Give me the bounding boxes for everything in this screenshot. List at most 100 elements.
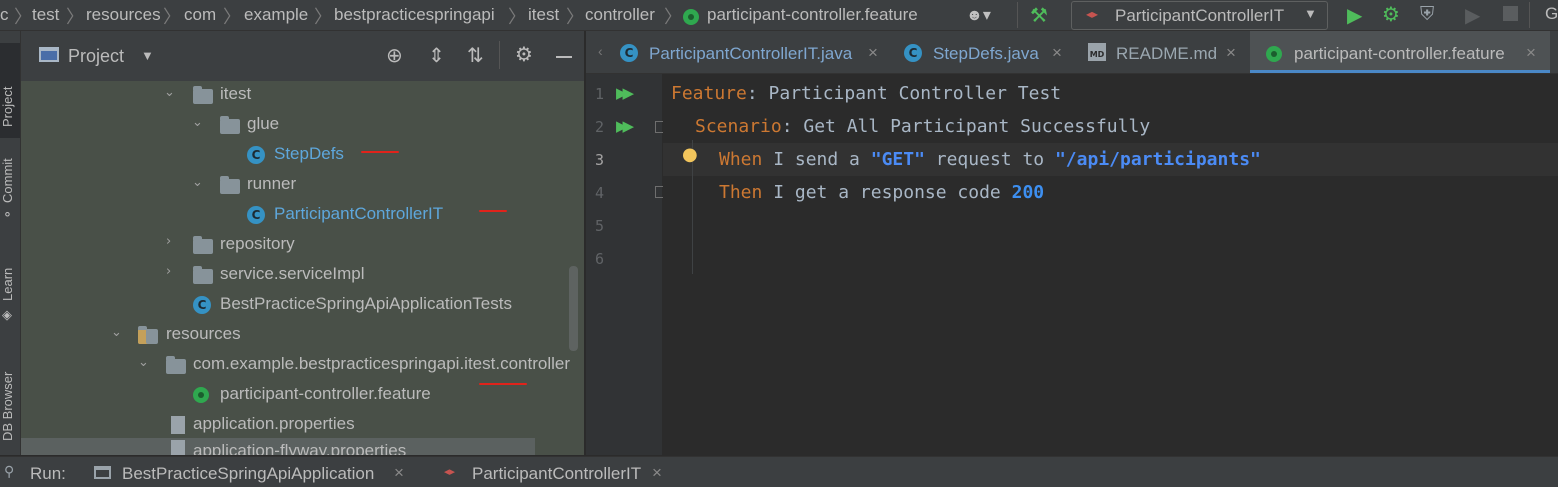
chevron-right-icon[interactable]: ›: [166, 264, 171, 279]
breadcrumb-item-current[interactable]: participant-controller.feature: [707, 5, 918, 25]
run-tab-participantcontrollerit[interactable]: ◂▸ ParticipantControllerIT ×: [444, 457, 674, 487]
tab-readme-md[interactable]: MD README.md ×: [1086, 31, 1248, 73]
run-scenario-icon[interactable]: ▶▶: [616, 117, 634, 135]
build-hammer-icon[interactable]: ⚒: [1030, 3, 1048, 27]
gherkin-keyword: Feature: [671, 83, 747, 104]
code-number: 200: [1011, 182, 1045, 203]
tree-item-repository[interactable]: › repository: [21, 231, 584, 261]
panel-title[interactable]: Project: [68, 46, 124, 67]
tree-item-label: StepDefs: [274, 144, 344, 163]
tree-item-label: repository: [220, 234, 295, 253]
tree-item-itest[interactable]: ⌄ itest: [21, 81, 584, 111]
class-icon: C: [620, 42, 638, 62]
user-icon[interactable]: ☻▾: [966, 5, 991, 25]
tree-item-application-tests[interactable]: C BestPracticeSpringApiApplicationTests: [21, 291, 584, 321]
tab-stepdefs-java[interactable]: C StepDefs.java ×: [904, 31, 1084, 73]
tab-participantcontrollerit-java[interactable]: C ParticipantControllerIT.java ×: [620, 31, 890, 73]
tree-item-participantcontrollerit[interactable]: C ParticipantControllerIT: [21, 201, 584, 231]
collapse-all-icon[interactable]: ⇅: [467, 43, 484, 67]
search-everywhere-icon[interactable]: G: [1545, 4, 1558, 24]
tool-label-commit[interactable]: Commit: [0, 158, 15, 203]
close-icon[interactable]: ×: [652, 463, 662, 483]
cucumber-icon: [193, 386, 209, 404]
breadcrumb-item[interactable]: controller: [585, 5, 655, 25]
breadcrumb-separator: 〉: [508, 7, 526, 27]
code-line-2: Scenario: Get All Participant Successful…: [695, 116, 1150, 137]
gear-icon[interactable]: ⚙: [515, 42, 533, 66]
chevron-down-icon[interactable]: ⌄: [192, 175, 203, 190]
tree-item-application-properties[interactable]: application.properties: [21, 411, 584, 441]
navigation-bar: c 〉 test 〉 resources 〉 com 〉 example 〉 b…: [0, 0, 1558, 31]
breadcrumb-item[interactable]: itest: [528, 5, 559, 25]
project-panel-header: Project ▼ ⊕ ⇕ ⇅ ⚙: [21, 31, 584, 81]
hide-panel-icon[interactable]: [556, 56, 572, 58]
run-config-select[interactable]: ◂▸ ParticipantControllerIT ▼: [1071, 1, 1328, 30]
chevron-right-icon[interactable]: ›: [166, 234, 171, 249]
run-tool-bar: ⚲ Run: BestPracticeSpringApiApplication …: [0, 456, 1558, 487]
run-tab-application[interactable]: BestPracticeSpringApiApplication ×: [92, 457, 412, 487]
chevron-down-icon[interactable]: ⌄: [111, 325, 122, 340]
breadcrumb-item[interactable]: bestpracticespringapi: [334, 5, 495, 25]
code-line-4: Then I get a response code 200: [719, 182, 1044, 203]
tree-item-label: itest: [220, 84, 252, 103]
tree-item-glue[interactable]: ⌄ glue: [21, 111, 584, 141]
coverage-icon[interactable]: ⛨: [1420, 3, 1434, 25]
project-tool-button[interactable]: Project: [0, 43, 20, 138]
debug-bug-icon[interactable]: ⚙: [1382, 2, 1400, 26]
search-icon[interactable]: ⚲: [4, 464, 14, 480]
breadcrumb-separator: 〉: [223, 7, 241, 27]
chevron-down-icon[interactable]: ⌄: [164, 85, 175, 100]
annotation-red-underline: [361, 151, 399, 153]
code-text: I send a: [762, 149, 871, 170]
properties-file-icon: [171, 440, 185, 455]
breadcrumb-item[interactable]: example: [244, 5, 308, 25]
tree-item-stepdefs[interactable]: C StepDefs: [21, 141, 584, 171]
scrollbar-thumb[interactable]: [569, 266, 578, 351]
profile-icon: ▶: [1465, 5, 1481, 27]
run-tab-label: ParticipantControllerIT: [472, 464, 642, 483]
code-text: request to: [924, 149, 1055, 170]
tree-item-label: service.serviceImpl: [220, 264, 365, 283]
tab-participant-controller-feature[interactable]: participant-controller.feature ×: [1250, 31, 1550, 73]
run-tab-label: BestPracticeSpringApiApplication: [122, 464, 375, 483]
close-icon[interactable]: ×: [394, 463, 404, 483]
annotation-red-underline: [479, 210, 507, 212]
editor-code-area[interactable]: Feature: Participant Controller Test Sce…: [663, 74, 1558, 455]
locate-target-icon[interactable]: ⊕: [386, 43, 403, 67]
tree-item-package[interactable]: ⌄ com.example.bestpracticespringapi.ites…: [21, 351, 584, 381]
line-number: 5: [594, 217, 604, 235]
close-icon[interactable]: ×: [868, 43, 878, 63]
tool-label-learn[interactable]: Learn: [0, 268, 15, 301]
code-text: : Get All Participant Successfully: [781, 116, 1151, 137]
tree-item-feature-file[interactable]: participant-controller.feature: [21, 381, 584, 411]
close-icon[interactable]: ×: [1052, 43, 1062, 63]
chevron-down-icon[interactable]: ⌄: [138, 355, 149, 370]
tab-label: participant-controller.feature: [1294, 44, 1505, 63]
tree-item-runner[interactable]: ⌄ runner: [21, 171, 584, 201]
breadcrumb-separator: 〉: [314, 7, 332, 27]
breadcrumb-item[interactable]: com: [184, 5, 216, 25]
run-feature-icon[interactable]: ▶▶: [616, 84, 634, 102]
line-number: 4: [594, 184, 604, 202]
run-icon[interactable]: ▶: [1347, 3, 1362, 28]
tab-scroll-icon[interactable]: ‹: [598, 43, 603, 59]
cucumber-icon: [683, 6, 699, 26]
chevron-down-icon[interactable]: ⌄: [192, 115, 203, 130]
run-config-label: ParticipantControllerIT: [1115, 6, 1285, 25]
tree-item-service-serviceimpl[interactable]: › service.serviceImpl: [21, 261, 584, 291]
divider: [499, 41, 500, 69]
resources-folder-icon: [138, 326, 158, 346]
tree-item-label: ParticipantControllerIT: [274, 204, 444, 223]
close-icon[interactable]: ×: [1226, 43, 1236, 63]
breadcrumb-item[interactable]: c: [0, 5, 9, 25]
close-icon[interactable]: ×: [1526, 43, 1536, 63]
tree-item-selected[interactable]: application-flyway.properties: [21, 438, 535, 455]
expand-all-icon[interactable]: ⇕: [428, 43, 445, 67]
test-run-icon: ◂▸: [444, 466, 456, 478]
chevron-down-icon[interactable]: ▼: [141, 48, 154, 63]
breadcrumb-item[interactable]: test: [32, 5, 59, 25]
tool-label-db-browser[interactable]: DB Browser: [0, 372, 15, 441]
breadcrumb-item[interactable]: resources: [86, 5, 161, 25]
intention-bulb-icon[interactable]: ●: [682, 144, 698, 165]
tree-item-resources[interactable]: ⌄ resources: [21, 321, 584, 351]
